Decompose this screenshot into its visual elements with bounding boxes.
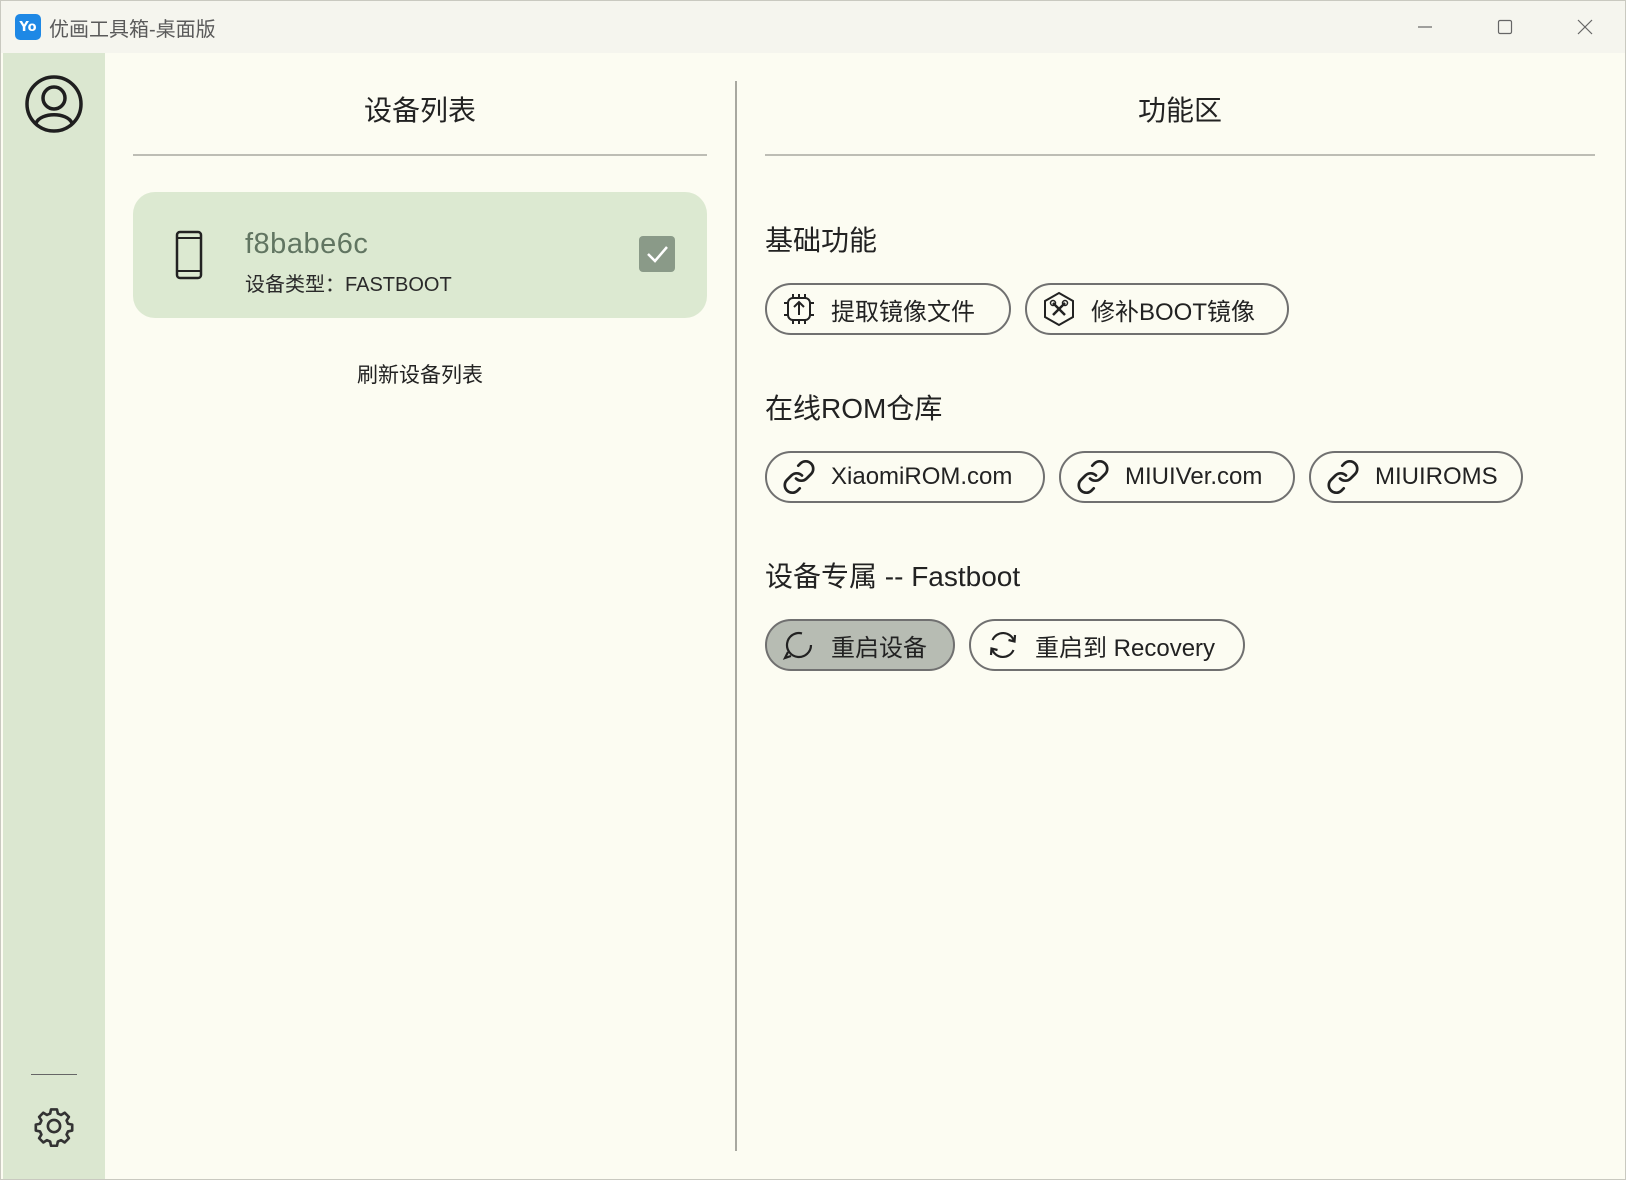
link-icon (1073, 457, 1113, 497)
section-fastboot-label: 设备专属 -- Fastboot (765, 561, 1021, 592)
device-type: 设备类型：FASTBOOT (245, 274, 452, 296)
settings-button[interactable] (33, 1105, 75, 1148)
check-icon (647, 246, 668, 263)
device-list-title: 设备列表 (363, 95, 476, 126)
xiaomirom-link-button[interactable]: XiaomiROM.com (765, 451, 1045, 503)
link-icon (1323, 457, 1363, 497)
close-icon (1577, 19, 1593, 35)
tools-hexagon-icon (1039, 289, 1079, 329)
device-select-checkbox[interactable] (639, 236, 675, 272)
function-title-divider (765, 154, 1595, 156)
function-area-title: 功能区 (1137, 95, 1222, 126)
rail-divider (31, 1074, 77, 1075)
sync-icon (983, 625, 1023, 665)
panel-divider (735, 81, 737, 1151)
reboot-recovery-button[interactable]: 重启到 Recovery (969, 619, 1245, 671)
close-button[interactable] (1545, 1, 1625, 53)
nav-rail (3, 53, 105, 1179)
minimize-icon (1418, 26, 1432, 28)
phone-icon (175, 230, 203, 285)
restart-icon (779, 625, 819, 665)
extract-image-label: 提取镜像文件 (831, 298, 975, 326)
minimize-button[interactable] (1385, 1, 1465, 53)
miuiver-label: MIUIVer.com (1125, 463, 1263, 490)
patch-boot-button[interactable]: 修补BOOT镜像 (1025, 283, 1289, 335)
miuiroms-link-button[interactable]: MIUIROMS (1309, 451, 1523, 503)
gear-icon (34, 1108, 74, 1148)
maximize-button[interactable] (1465, 1, 1545, 53)
section-online-rom-label: 在线ROM仓库 (765, 393, 943, 424)
window-controls (1385, 1, 1625, 53)
account-circle-icon (25, 75, 83, 133)
refresh-device-list-button[interactable]: 刷新设备列表 (133, 359, 707, 389)
section-basic-label: 基础功能 (765, 225, 878, 256)
window-title: 优画工具箱-桌面版 (49, 18, 216, 41)
xiaomirom-label: XiaomiROM.com (831, 463, 1013, 490)
link-icon (779, 457, 819, 497)
device-title-divider (133, 154, 707, 156)
device-id: f8babe6c (245, 228, 369, 260)
miuiroms-label: MIUIROMS (1375, 463, 1498, 490)
upload-chip-icon (779, 289, 819, 329)
device-card[interactable]: f8babe6c 设备类型：FASTBOOT (133, 192, 707, 318)
account-button[interactable] (23, 73, 85, 135)
reboot-recovery-label: 重启到 Recovery (1035, 634, 1216, 662)
app-window: Yo 优画工具箱-桌面版 设备列表 f8babe6c 设备类型：FASTBOOT… (0, 0, 1626, 1180)
extract-image-button[interactable]: 提取镜像文件 (765, 283, 1011, 335)
reboot-device-label: 重启设备 (831, 634, 927, 662)
app-logo-icon: Yo (15, 14, 41, 40)
maximize-icon (1497, 19, 1513, 35)
patch-boot-label: 修补BOOT镜像 (1091, 298, 1256, 326)
title-bar: Yo 优画工具箱-桌面版 (1, 1, 1625, 53)
reboot-device-button[interactable]: 重启设备 (765, 619, 955, 671)
miuiver-link-button[interactable]: MIUIVer.com (1059, 451, 1295, 503)
